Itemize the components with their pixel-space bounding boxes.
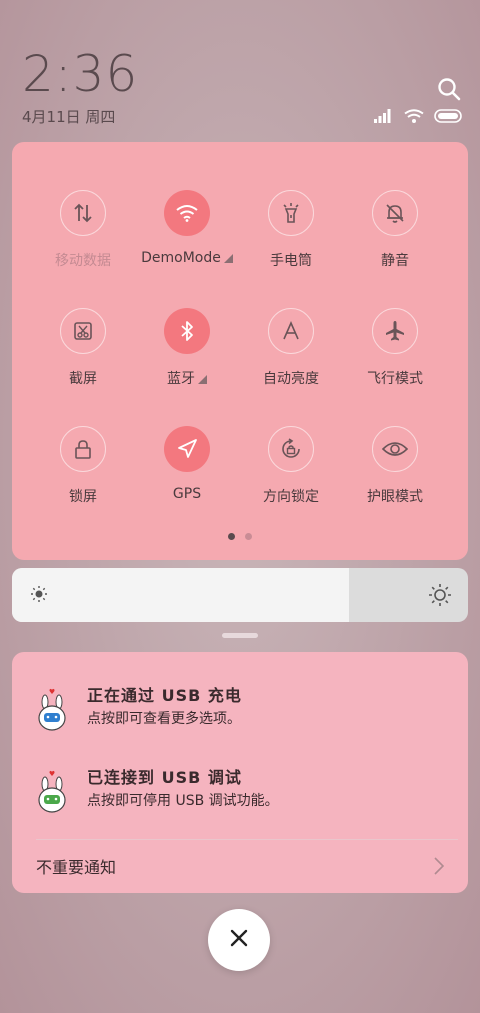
mobile-data-icon [60, 190, 106, 236]
notification-panel: ♥ 正在通过 USB 充电 点按即可查看更多选项。 ♥ 已连接到 USB 调试 … [12, 652, 468, 893]
tile-screenshot[interactable]: 截屏 [28, 308, 138, 388]
tile-mute[interactable]: 静音 [340, 190, 450, 270]
tile-label: 手电筒 [270, 253, 312, 269]
tile-lock-screen[interactable]: 锁屏 [28, 426, 138, 506]
mute-bell-icon [372, 190, 418, 236]
tile-label: GPS [172, 486, 202, 502]
lock-icon [60, 426, 106, 472]
unimportant-notifications-label[interactable]: 不重要通知 [36, 854, 116, 878]
notification-title: 已连接到 USB 调试 [87, 768, 242, 787]
page-dot[interactable] [245, 533, 252, 540]
close-icon [230, 929, 248, 951]
tile-label: 截屏 [69, 371, 97, 387]
brightness-slider[interactable] [12, 568, 468, 622]
bluetooth-icon [164, 308, 210, 354]
tile-label: 飞行模式 [367, 371, 423, 387]
tile-auto-brightness[interactable]: 自动亮度 [236, 308, 346, 388]
drag-handle[interactable] [222, 633, 258, 638]
eye-icon [372, 426, 418, 472]
tile-rotation-lock[interactable]: 方向锁定 [236, 426, 346, 506]
tile-airplane[interactable]: 飞行模式 [340, 308, 450, 388]
notification-title: 正在通过 USB 充电 [87, 686, 242, 705]
notification-usb-debugging[interactable]: ♥ 已连接到 USB 调试 点按即可停用 USB 调试功能。 [12, 764, 468, 824]
page-dot-active[interactable] [228, 533, 235, 540]
tile-label: 护眼模式 [367, 489, 423, 505]
svg-text:♥: ♥ [49, 688, 55, 696]
page-indicator [12, 533, 468, 540]
tile-label: 锁屏 [69, 489, 97, 505]
location-icon [164, 426, 210, 472]
screenshot-icon [60, 308, 106, 354]
tile-wifi[interactable]: DemoMode [132, 190, 242, 266]
tile-label: 自动亮度 [263, 371, 319, 387]
tile-label: DemoMode [141, 250, 221, 266]
brightness-high-icon [428, 583, 452, 611]
brightness-low-icon [30, 585, 48, 607]
flashlight-icon [268, 190, 314, 236]
date: 4月11日 周四 [22, 108, 116, 126]
brightness-fill [12, 568, 350, 622]
rotation-lock-icon [268, 426, 314, 472]
tile-mobile-data[interactable]: 移动数据 [28, 190, 138, 270]
svg-text:♥: ♥ [49, 770, 55, 778]
tile-label: 移动数据 [55, 253, 111, 269]
notification-body: 点按即可查看更多选项。 [87, 711, 241, 727]
tile-flashlight[interactable]: 手电筒 [236, 190, 346, 270]
notification-body: 点按即可停用 USB 调试功能。 [87, 793, 279, 809]
tile-gps[interactable]: GPS [132, 426, 242, 502]
battery-icon [434, 108, 464, 127]
airplane-icon [372, 308, 418, 354]
tile-bluetooth[interactable]: 蓝牙 [132, 308, 242, 388]
status-bar: 2:36 4月11日 周四 [0, 0, 480, 135]
tile-label: 蓝牙 [167, 371, 195, 387]
clock: 2:36 [22, 45, 139, 103]
app-mascot-icon: ♥ [32, 686, 72, 734]
auto-brightness-icon [268, 308, 314, 354]
signal-icon [374, 108, 394, 127]
tile-label: 方向锁定 [263, 489, 319, 505]
divider [36, 839, 458, 840]
tile-label: 静音 [381, 253, 409, 269]
notification-usb-charging[interactable]: ♥ 正在通过 USB 充电 点按即可查看更多选项。 [12, 682, 468, 742]
wifi-status-icon [404, 108, 424, 127]
expand-triangle-icon [198, 375, 207, 384]
chevron-right-icon[interactable] [434, 857, 445, 879]
wifi-icon [164, 190, 210, 236]
quick-settings-panel: 移动数据 DemoMode 手电筒 静音 截屏 蓝牙 自动亮度 飞行模式 锁屏 … [12, 142, 468, 560]
expand-triangle-icon [223, 254, 233, 263]
search-icon[interactable] [436, 76, 462, 102]
app-mascot-icon: ♥ [32, 768, 72, 816]
tile-eye-care[interactable]: 护眼模式 [340, 426, 450, 506]
close-button[interactable] [208, 909, 270, 971]
system-icons [374, 108, 464, 127]
